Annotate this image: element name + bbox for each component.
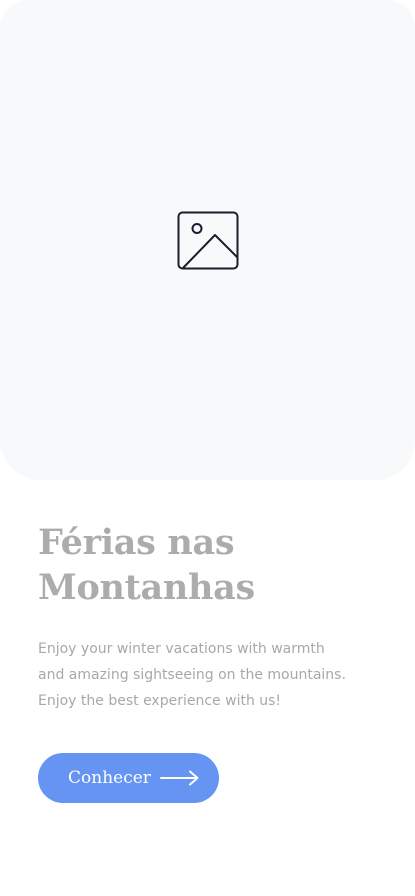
arrow-right-icon (159, 770, 199, 786)
image-placeholder-icon (177, 211, 239, 270)
description-line: Enjoy your winter vacations with warmth (38, 641, 325, 657)
conhecer-button-label: Conhecer (68, 768, 151, 788)
page-title: Férias nas Montanhas (38, 520, 378, 610)
conhecer-button[interactable]: Conhecer (38, 753, 219, 803)
description: Enjoy your winter vacations with warmth … (38, 636, 378, 714)
description-line: Enjoy the best experience with us! (38, 693, 282, 709)
title-line: Férias nas (38, 522, 235, 563)
title-line: Montanhas (38, 567, 255, 608)
description-line: and amazing sightseeing on the mountains… (38, 667, 346, 683)
hero-image-area (0, 0, 415, 480)
